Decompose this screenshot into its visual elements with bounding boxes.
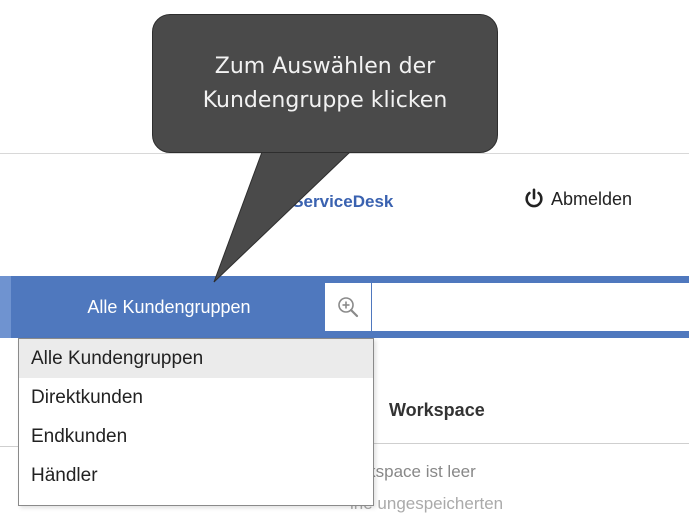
workspace-divider	[374, 443, 689, 444]
tooltip-bubble: Zum Auswählen der Kundengruppe klicken	[152, 14, 498, 153]
dropdown-option-all[interactable]: Alle Kundengruppen	[19, 339, 373, 378]
header-divider	[0, 153, 689, 154]
tooltip-line-1: Zum Auswählen der	[214, 53, 436, 79]
dropdown-option-haendler[interactable]: Händler	[19, 456, 373, 495]
logout-button[interactable]: Abmelden	[523, 188, 632, 210]
tooltip-line-2: Kundengruppe klicken	[202, 87, 448, 113]
left-divider	[0, 446, 18, 447]
dropdown-option-endkunden[interactable]: Endkunden	[19, 417, 373, 456]
search-box	[325, 283, 689, 331]
workspace-title: Workspace	[389, 400, 485, 420]
power-icon	[525, 188, 543, 208]
customer-group-select[interactable]: Alle Kundengruppen	[14, 276, 324, 338]
search-input[interactable]	[373, 283, 689, 331]
search-button[interactable]	[325, 283, 372, 331]
customer-group-dropdown: Alle Kundengruppen Direktkunden Endkunde…	[18, 338, 374, 506]
servicedesk-link[interactable]: ion ServiceDesk	[262, 192, 393, 212]
zoom-in-icon	[338, 297, 359, 318]
toolbar-left-edge	[0, 276, 11, 338]
dropdown-option-direktkunden[interactable]: Direktkunden	[19, 378, 373, 417]
logout-label: Abmelden	[551, 188, 633, 209]
